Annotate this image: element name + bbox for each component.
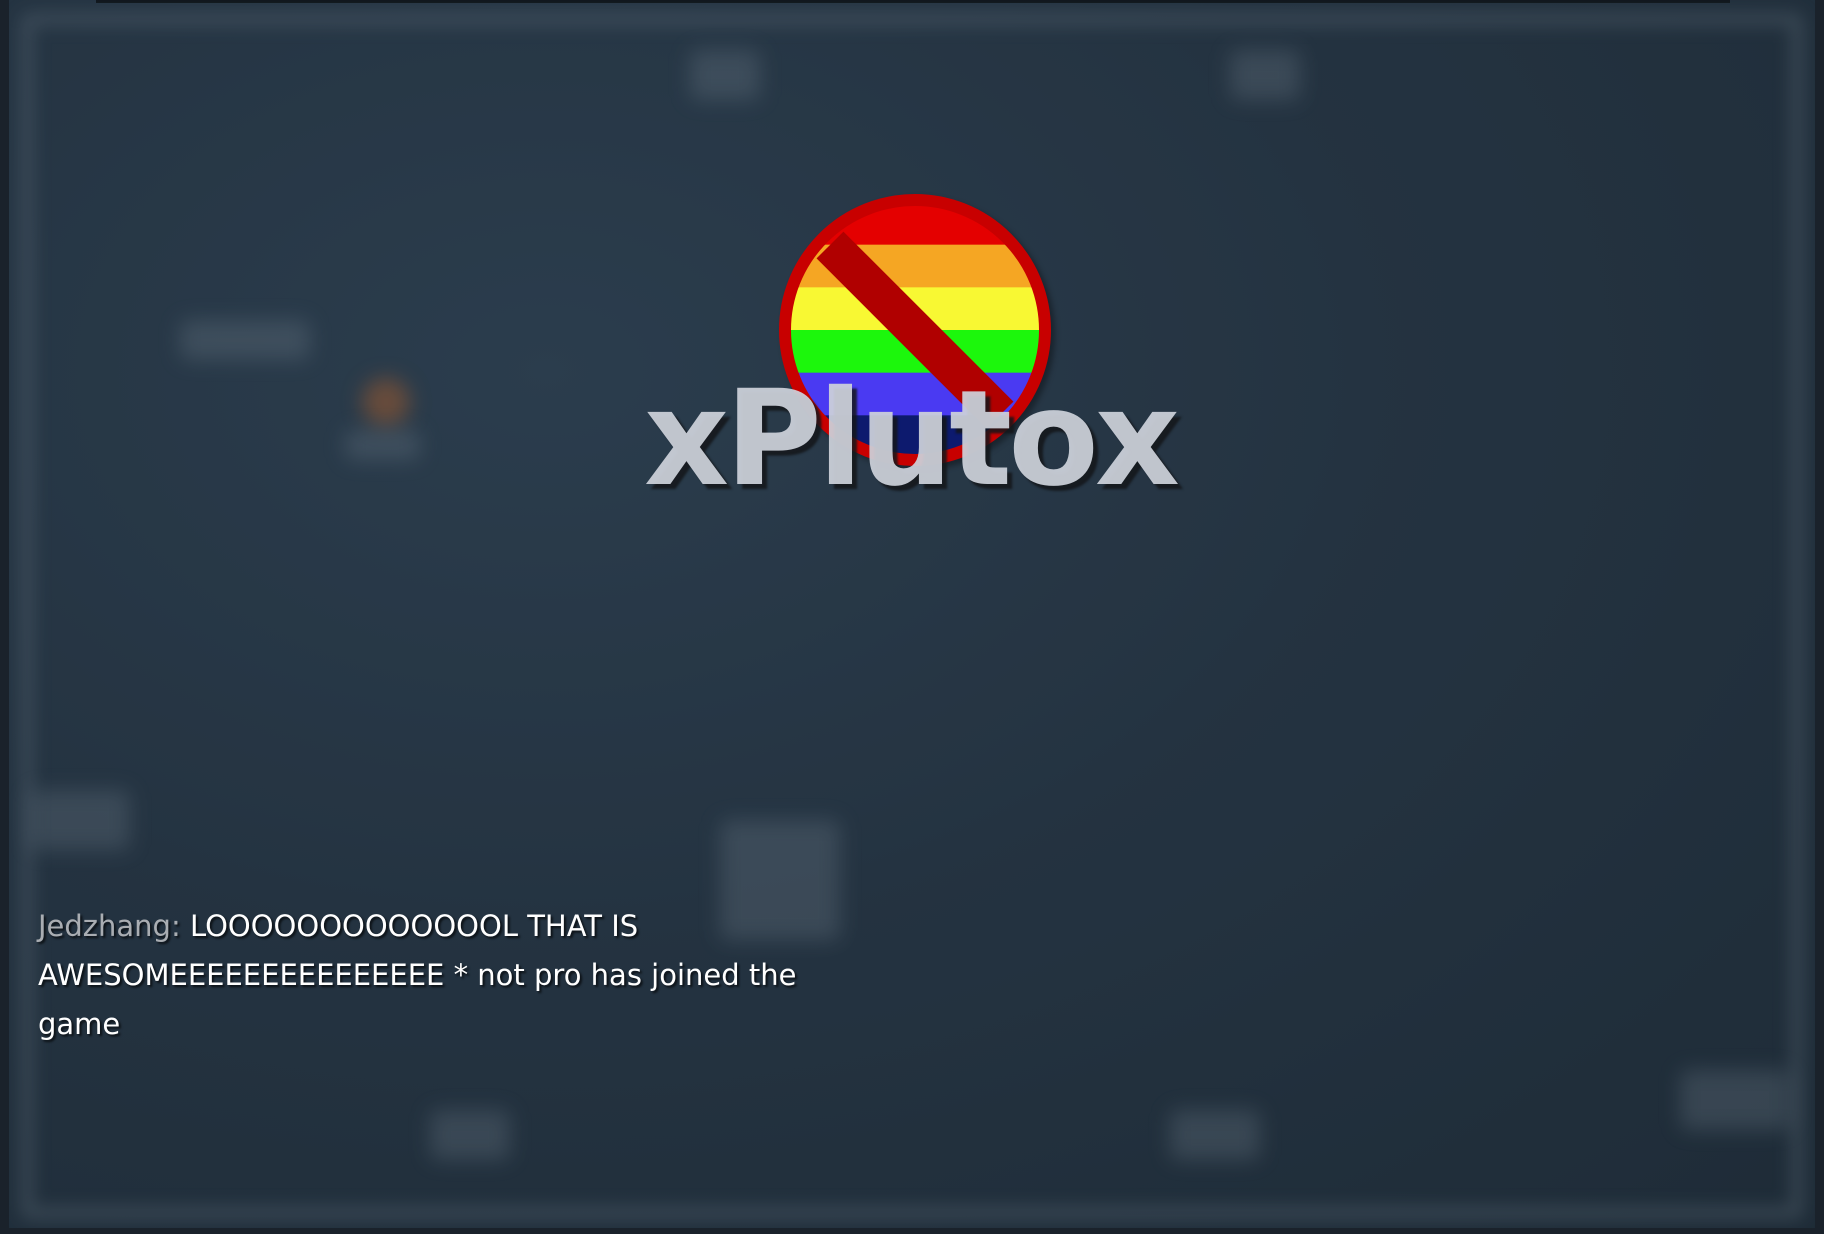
game-screen[interactable]: xPlutox Jedzhang: LOOOOOOOOOOOOOL THAT I… <box>0 0 1824 1234</box>
chat-sender: Jedzhang: <box>38 909 181 943</box>
chat-log: Jedzhang: LOOOOOOOOOOOOOL THAT IS AWESOM… <box>38 902 848 1049</box>
game-logo: xPlutox <box>620 190 1200 530</box>
game-title: xPlutox <box>643 362 1180 516</box>
